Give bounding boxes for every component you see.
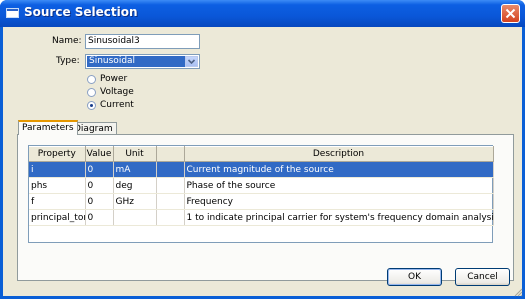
chevron-down-icon [187,59,196,65]
radio-voltage-label: Voltage [100,87,134,97]
cell-description: Frequency [184,193,494,210]
close-button[interactable] [501,4,520,23]
parameters-table[interactable]: Property Value Unit Description i 0 mA C… [28,145,494,243]
cell-extra[interactable] [156,161,185,178]
window-icon [6,8,19,18]
table-header-row: Property Value Unit Description [29,146,494,162]
cell-unit[interactable]: mA [113,161,157,178]
radio-power-label: Power [100,74,128,84]
column-header-property[interactable]: Property [29,146,86,162]
cell-unit[interactable] [113,209,157,226]
tab-parameters[interactable]: Parameters [18,120,78,135]
cell-description: Phase of the source [184,177,494,194]
cell-property[interactable]: phs [29,177,86,194]
cell-extra[interactable] [156,177,185,194]
ok-button[interactable]: OK [387,268,442,286]
cell-description: Current magnitude of the source [184,161,494,178]
cancel-button[interactable]: Cancel [455,268,510,286]
name-field[interactable]: Sinusoidal3 [85,34,200,49]
table-row[interactable]: phs 0 deg Phase of the source [29,177,494,194]
cell-value[interactable]: 0 [85,193,114,210]
close-icon [505,8,516,19]
cell-unit[interactable]: GHz [113,193,157,210]
title-bar[interactable]: Source Selection [0,0,525,27]
table-row[interactable]: principal_tone 0 1 to indicate principal… [29,209,494,226]
cell-unit[interactable]: deg [113,177,157,194]
radio-current-label: Current [100,100,134,110]
resize-grip-icon[interactable] [513,287,523,297]
radio-current-button[interactable] [87,101,96,110]
cell-property[interactable]: principal_tone [29,209,86,226]
cell-property[interactable]: i [29,161,86,178]
cell-value[interactable]: 0 [85,161,114,178]
radio-voltage-button[interactable] [87,88,96,97]
cell-value[interactable]: 0 [85,177,114,194]
table-row[interactable]: f 0 GHz Frequency [29,193,494,210]
column-header-blank[interactable] [156,146,185,162]
cell-value[interactable]: 0 [85,209,114,226]
table-row[interactable]: i 0 mA Current magnitude of the source [29,161,494,178]
radio-power-button[interactable] [87,75,96,84]
cell-description: 1 to indicate principal carrier for syst… [184,209,494,226]
cell-extra[interactable] [156,209,185,226]
cell-extra[interactable] [156,193,185,210]
window-title: Source Selection [24,5,138,19]
column-header-description[interactable]: Description [184,146,494,162]
column-header-unit[interactable]: Unit [113,146,157,162]
type-select-value: Sinusoidal [87,56,185,67]
dropdown-button[interactable] [185,56,198,67]
column-header-value[interactable]: Value [85,146,114,162]
cell-property[interactable]: f [29,193,86,210]
name-label: Name: [52,36,82,46]
type-label: Type: [56,56,80,66]
type-select[interactable]: Sinusoidal [85,54,200,69]
